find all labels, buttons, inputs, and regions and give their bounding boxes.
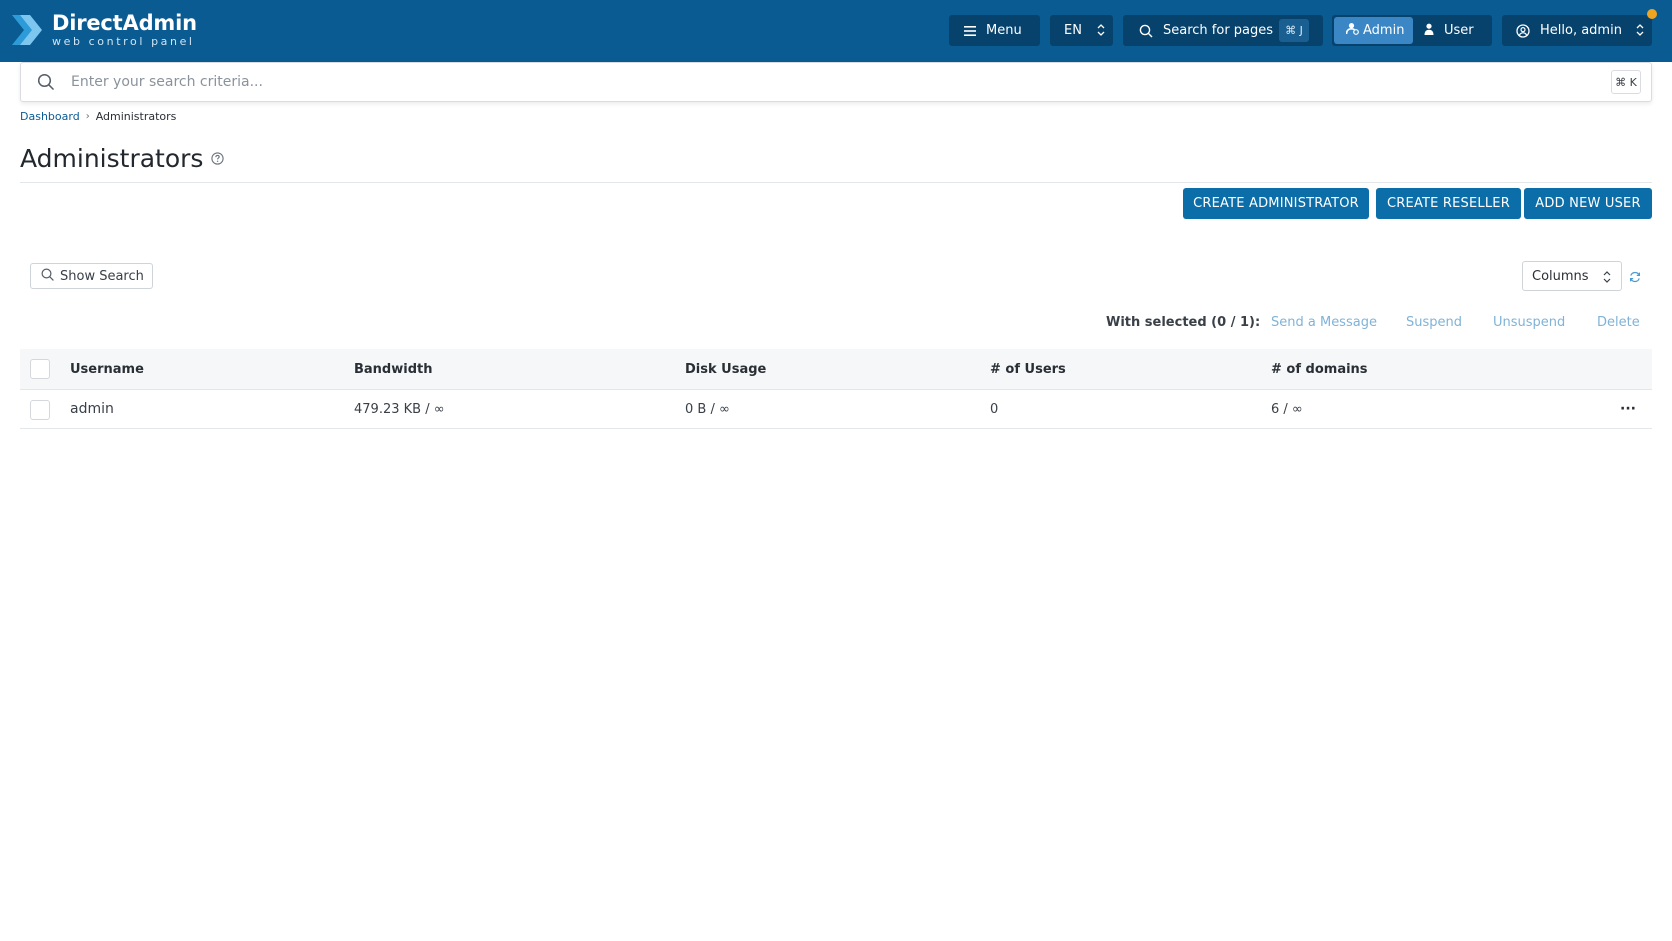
admin-user-icon xyxy=(1345,22,1359,39)
directadmin-logo-icon xyxy=(12,15,42,45)
search-icon xyxy=(37,73,55,95)
greeting-label: Hello, admin xyxy=(1540,23,1622,38)
disk-usage-cell: 0 B / ∞ xyxy=(685,401,730,417)
language-label: EN xyxy=(1064,23,1082,38)
hamburger-icon xyxy=(964,25,976,36)
page-search-button[interactable]: Search for pages ⌘ J xyxy=(1123,15,1323,46)
language-select[interactable]: EN xyxy=(1050,15,1113,46)
role-switch: Admin User xyxy=(1332,15,1492,46)
account-circle-icon xyxy=(1516,23,1530,38)
users-count-cell: 0 xyxy=(990,401,999,417)
chevron-updown-icon xyxy=(1603,270,1611,288)
user-icon xyxy=(1424,23,1434,39)
refresh-icon[interactable] xyxy=(1629,268,1641,287)
columns-label: Columns xyxy=(1532,268,1589,284)
row-actions-icon[interactable]: ··· xyxy=(1620,390,1636,428)
show-search-label: Show Search xyxy=(60,268,144,284)
menu-label: Menu xyxy=(986,23,1022,38)
role-admin-label: Admin xyxy=(1363,23,1405,38)
domains-cell: 6 / ∞ xyxy=(1271,401,1303,417)
table-row: admin 479.23 KB / ∞ 0 B / ∞ 0 6 / ∞ ··· xyxy=(20,390,1652,429)
column-disk-usage[interactable]: Disk Usage xyxy=(685,349,766,389)
shortcut-badge: ⌘ K xyxy=(1611,70,1641,94)
top-bar: DirectAdmin web control panel Menu EN Se… xyxy=(0,0,1672,62)
delete-action[interactable]: Delete xyxy=(1597,315,1640,330)
add-new-user-button[interactable]: ADD NEW USER xyxy=(1524,188,1652,219)
page-search-label: Search for pages xyxy=(1163,23,1274,38)
row-checkbox[interactable] xyxy=(30,400,50,420)
breadcrumb-current: Administrators xyxy=(95,110,177,123)
bandwidth-cell: 479.23 KB / ∞ xyxy=(354,401,445,417)
send-message-action[interactable]: Send a Message xyxy=(1271,315,1377,330)
chevron-updown-icon xyxy=(1636,23,1644,41)
columns-select[interactable]: Columns xyxy=(1522,261,1622,291)
show-search-button[interactable]: Show Search xyxy=(30,263,153,289)
role-user-button[interactable]: User xyxy=(1424,17,1474,44)
column-domains[interactable]: # of domains xyxy=(1271,349,1368,389)
page-title-text: Administrators xyxy=(20,144,204,173)
column-bandwidth[interactable]: Bandwidth xyxy=(354,349,432,389)
chevron-updown-icon xyxy=(1097,23,1105,41)
suspend-action[interactable]: Suspend xyxy=(1406,315,1462,330)
global-search-bar: ⌘ K xyxy=(20,62,1652,102)
page-title: Administrators xyxy=(20,144,225,173)
account-menu-button[interactable]: Hello, admin xyxy=(1502,15,1652,46)
brand-name: DirectAdmin xyxy=(52,11,197,35)
global-search-input[interactable] xyxy=(71,70,1571,94)
title-divider xyxy=(20,182,1652,183)
column-username[interactable]: Username xyxy=(70,349,144,389)
menu-button[interactable]: Menu xyxy=(949,15,1040,46)
table-header: Username Bandwidth Disk Usage # of Users… xyxy=(20,349,1652,390)
select-all-checkbox[interactable] xyxy=(30,359,50,379)
with-selected-label: With selected (0 / 1): xyxy=(1106,315,1261,330)
breadcrumb-separator: › xyxy=(85,111,90,122)
role-user-label: User xyxy=(1444,23,1474,38)
column-users[interactable]: # of Users xyxy=(990,349,1066,389)
breadcrumb-dashboard[interactable]: Dashboard xyxy=(20,110,80,123)
notification-dot xyxy=(1647,9,1657,19)
brand-tagline: web control panel xyxy=(52,35,195,48)
create-reseller-button[interactable]: CREATE RESELLER xyxy=(1376,188,1521,219)
role-admin-button[interactable]: Admin xyxy=(1334,17,1413,44)
breadcrumb: Dashboard › Administrators xyxy=(20,110,176,123)
shortcut-badge: ⌘ J xyxy=(1279,19,1309,42)
logo[interactable]: DirectAdmin web control panel xyxy=(10,8,197,52)
help-icon[interactable] xyxy=(211,152,225,165)
create-administrator-button[interactable]: CREATE ADMINISTRATOR xyxy=(1183,188,1369,219)
search-icon xyxy=(1139,24,1153,38)
search-icon xyxy=(41,267,54,285)
unsuspend-action[interactable]: Unsuspend xyxy=(1493,315,1565,330)
administrators-table: Username Bandwidth Disk Usage # of Users… xyxy=(20,349,1652,429)
username-link[interactable]: admin xyxy=(70,390,114,428)
